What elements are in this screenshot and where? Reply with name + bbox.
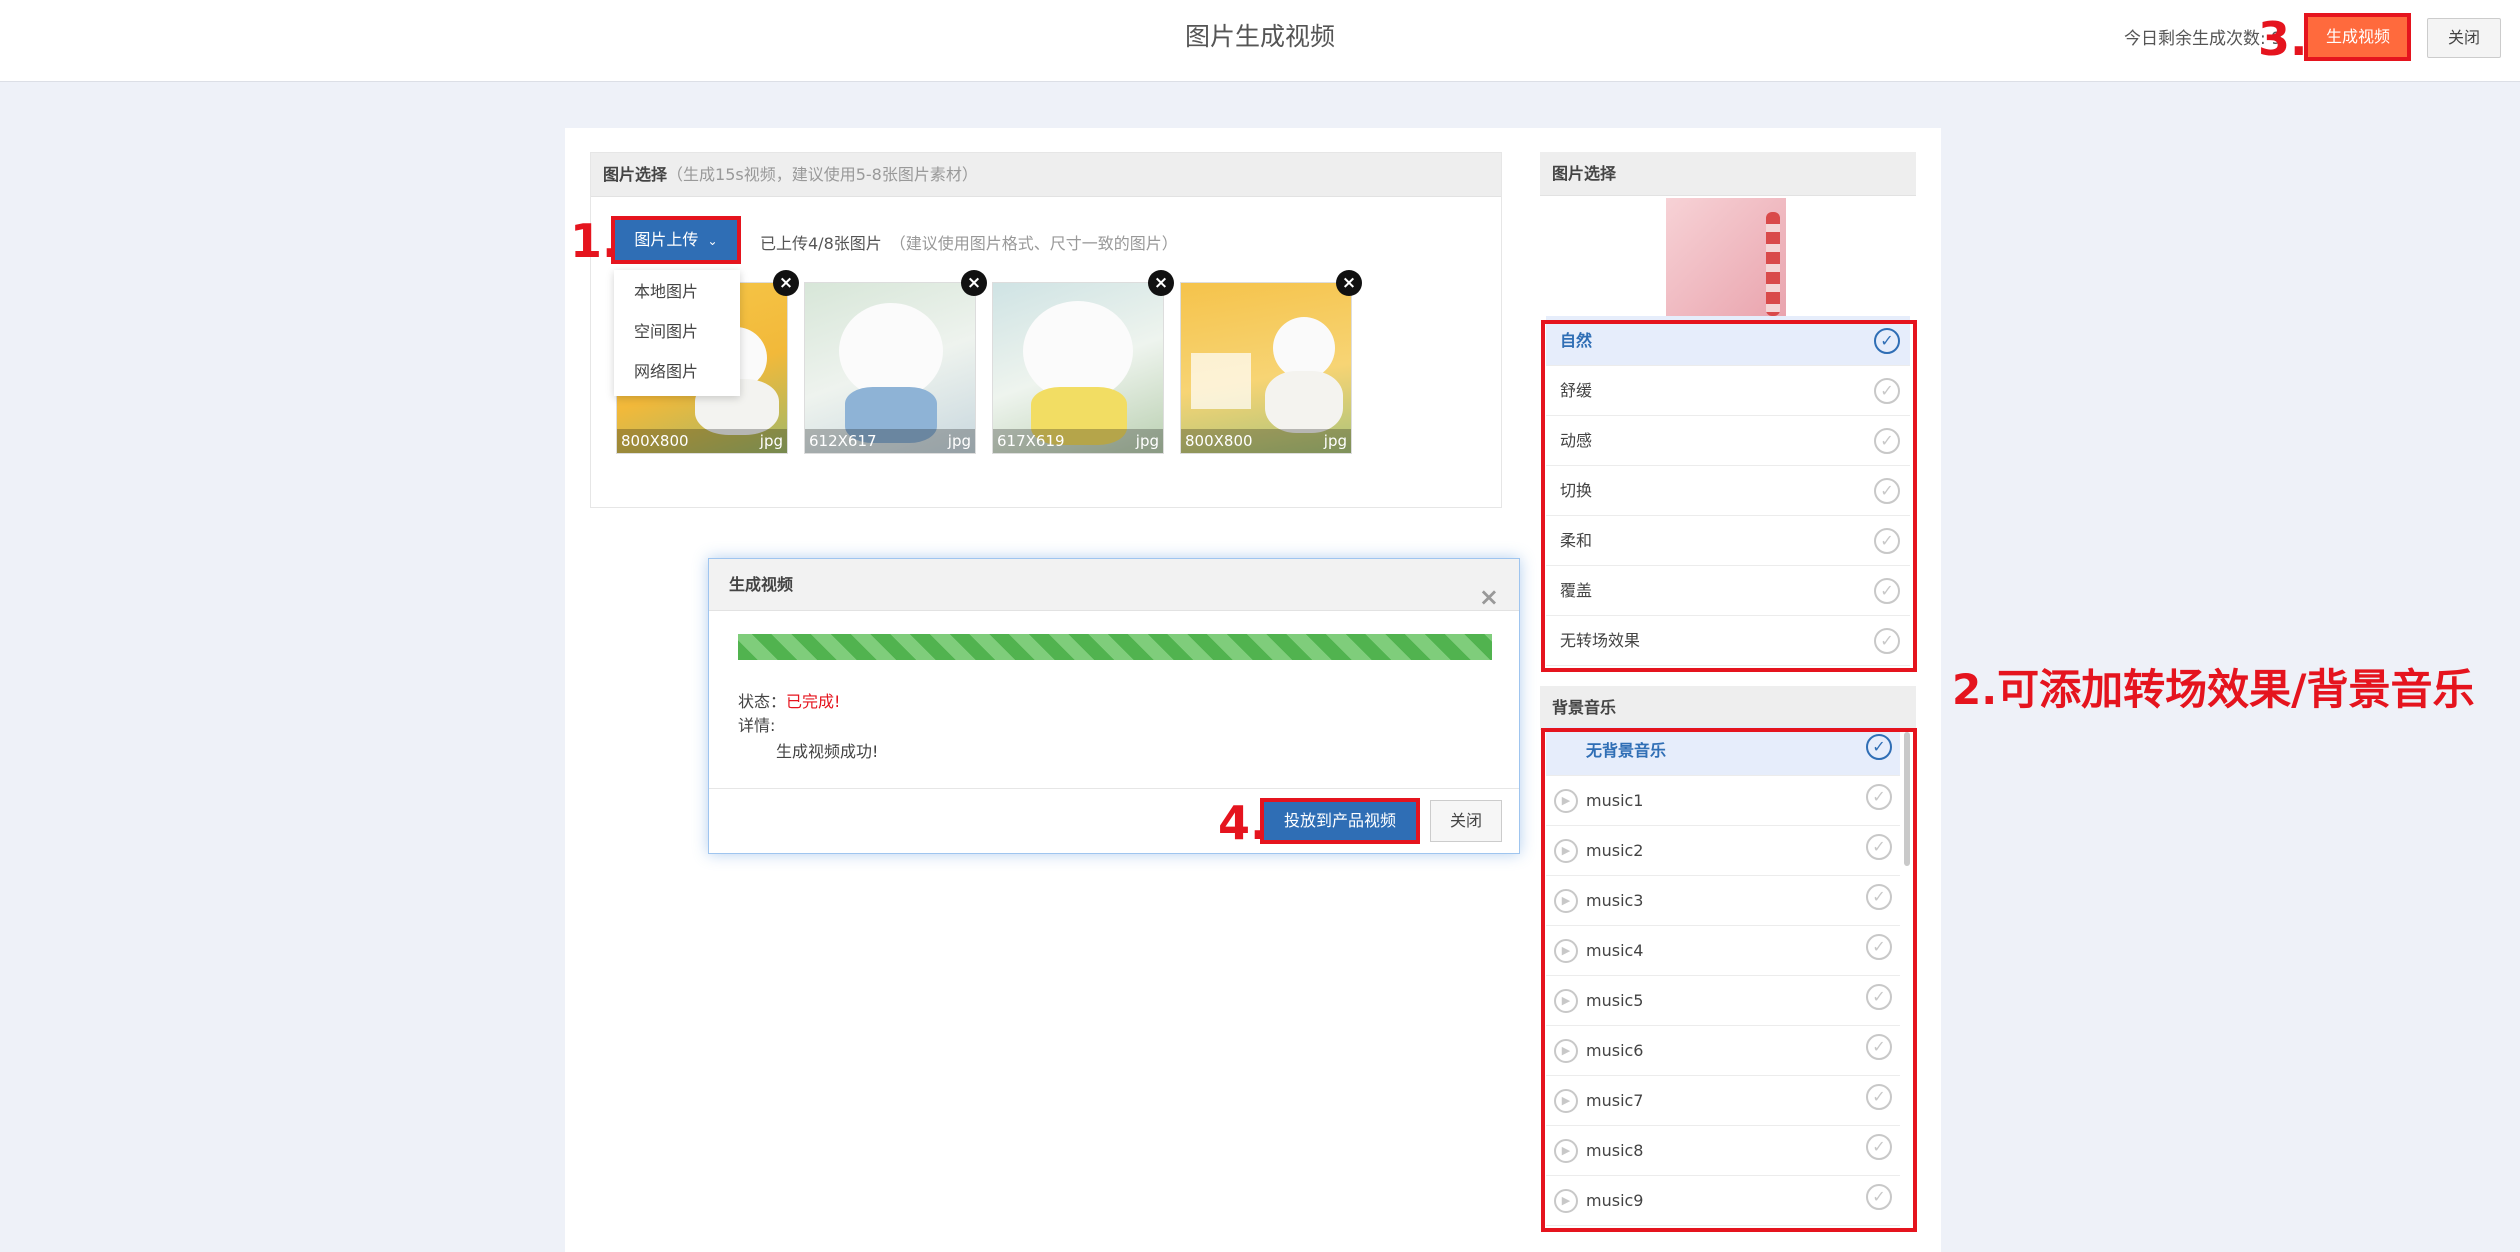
menu-item-web-image[interactable]: 网络图片 (614, 352, 740, 392)
dialog-title: 生成视频 (729, 575, 794, 594)
detail-label: 详情: (738, 716, 776, 735)
detail-text: 生成视频成功! (776, 742, 879, 761)
image-selection-hint: （生成15s视频，建议使用5-8张图片素材） (667, 165, 978, 184)
dialog-divider (709, 788, 1519, 789)
annotation-box-music (1541, 728, 1917, 1232)
uploaded-count-text: 已上传4/8张图片 (760, 234, 882, 253)
uploaded-count: 已上传4/8张图片 （建议使用图片格式、尺寸一致的图片） (760, 230, 1178, 254)
image-info: 617X619 jpg (993, 429, 1163, 453)
annotation-box-upload (611, 216, 741, 264)
image-ext: jpg (759, 432, 783, 450)
close-button[interactable]: 关闭 (2427, 18, 2501, 58)
image-ext: jpg (947, 432, 971, 450)
delete-image-icon[interactable]: × (773, 270, 799, 296)
swatch-strip-shape (1766, 212, 1780, 316)
puppy-image (805, 283, 975, 453)
annotation-box-generate (2304, 13, 2411, 61)
menu-item-space-image[interactable]: 空间图片 (614, 312, 740, 352)
image-dims: 612X617 (809, 432, 877, 450)
image-info: 800X800 jpg (1181, 429, 1351, 453)
image-dims: 800X800 (621, 432, 689, 450)
image-thumbnail[interactable]: 612X617 jpg (804, 282, 976, 454)
preview-image (1666, 198, 1786, 322)
image-ext: jpg (1135, 432, 1159, 450)
menu-item-local-image[interactable]: 本地图片 (614, 272, 740, 312)
image-thumbnail[interactable]: 800X800 jpg (1180, 282, 1352, 454)
annotation-step-2: 2.可添加转场效果/背景音乐 (1952, 665, 2475, 714)
poster-card-shape (1191, 353, 1251, 409)
image-selection-title: 图片选择 (603, 165, 668, 184)
image-thumbnail[interactable]: 617X619 jpg (992, 282, 1164, 454)
delete-image-icon[interactable]: × (1148, 270, 1174, 296)
uploaded-hint: （建议使用图片格式、尺寸一致的图片） (889, 234, 1178, 253)
status-line: 状态：已完成! (738, 688, 840, 712)
transition-panel-header: 图片选择 (1540, 152, 1916, 196)
image-ext: jpg (1323, 432, 1347, 450)
puppy-head-shape (1273, 317, 1335, 379)
image-selection-header: 图片选择（生成15s视频，建议使用5-8张图片素材） (591, 153, 1501, 197)
status-label: 状态： (738, 692, 787, 711)
annotation-step-3: 3. (2258, 12, 2308, 66)
close-icon[interactable]: × (1479, 571, 1499, 623)
progress-bar (738, 634, 1492, 660)
dialog-close-button[interactable]: 关闭 (1430, 800, 1502, 842)
puppy-image (993, 283, 1163, 453)
puppy-body-shape (1265, 371, 1343, 433)
music-panel-header: 背景音乐 (1540, 686, 1916, 730)
puppy-image (1181, 283, 1351, 453)
upload-dropdown-menu: 本地图片 空间图片 网络图片 (614, 270, 740, 396)
delete-image-icon[interactable]: × (961, 270, 987, 296)
dialog-header: 生成视频 × (709, 559, 1519, 611)
puppy-head-shape (839, 303, 943, 399)
annotation-box-transition (1541, 320, 1917, 672)
image-dims: 800X800 (1185, 432, 1253, 450)
puppy-head-shape (1023, 301, 1133, 401)
image-info: 800X800 jpg (617, 429, 787, 453)
annotation-box-push (1260, 798, 1420, 844)
delete-image-icon[interactable]: × (1336, 270, 1362, 296)
status-value: 已完成! (786, 692, 841, 711)
music-panel: 背景音乐 (1540, 686, 1916, 730)
image-info: 612X617 jpg (805, 429, 975, 453)
image-dims: 617X619 (997, 432, 1065, 450)
